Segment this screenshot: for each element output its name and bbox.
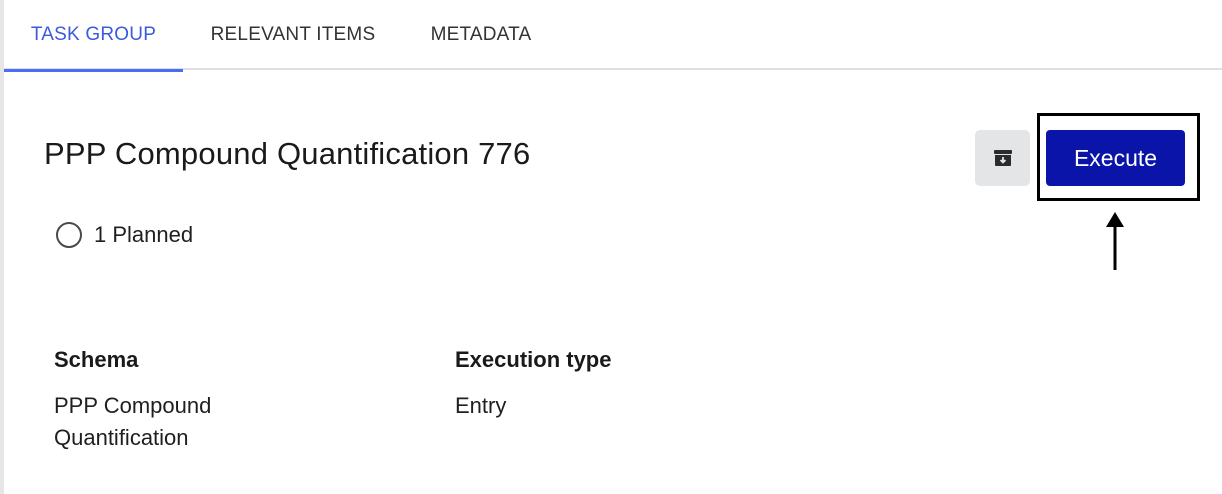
status-text: 1 Planned (94, 222, 194, 247)
archive-button[interactable] (975, 130, 1030, 186)
tab-bar: TASK GROUP RELEVANT ITEMS METADATA (4, 0, 1222, 72)
tab-task-group[interactable]: TASK GROUP (4, 0, 183, 72)
execution-type-value: Entry (455, 393, 507, 418)
schema-value: PPP Compound Quantification (54, 393, 212, 450)
tab-relevant-items[interactable]: RELEVANT ITEMS (183, 0, 403, 70)
status-circle-icon (56, 222, 82, 248)
page: TASK GROUP RELEVANT ITEMS METADATA PPP C… (0, 0, 1222, 494)
execution-type-label: Execution type (455, 347, 612, 372)
execute-button[interactable]: Execute (1046, 130, 1185, 186)
status-row: 1 Planned (56, 222, 193, 248)
page-title: PPP Compound Quantification 776 (44, 136, 531, 171)
schema-label: Schema (54, 347, 139, 372)
tab-metadata[interactable]: METADATA (403, 0, 559, 70)
arrow-up-icon (1106, 212, 1124, 270)
archive-icon (993, 150, 1012, 166)
